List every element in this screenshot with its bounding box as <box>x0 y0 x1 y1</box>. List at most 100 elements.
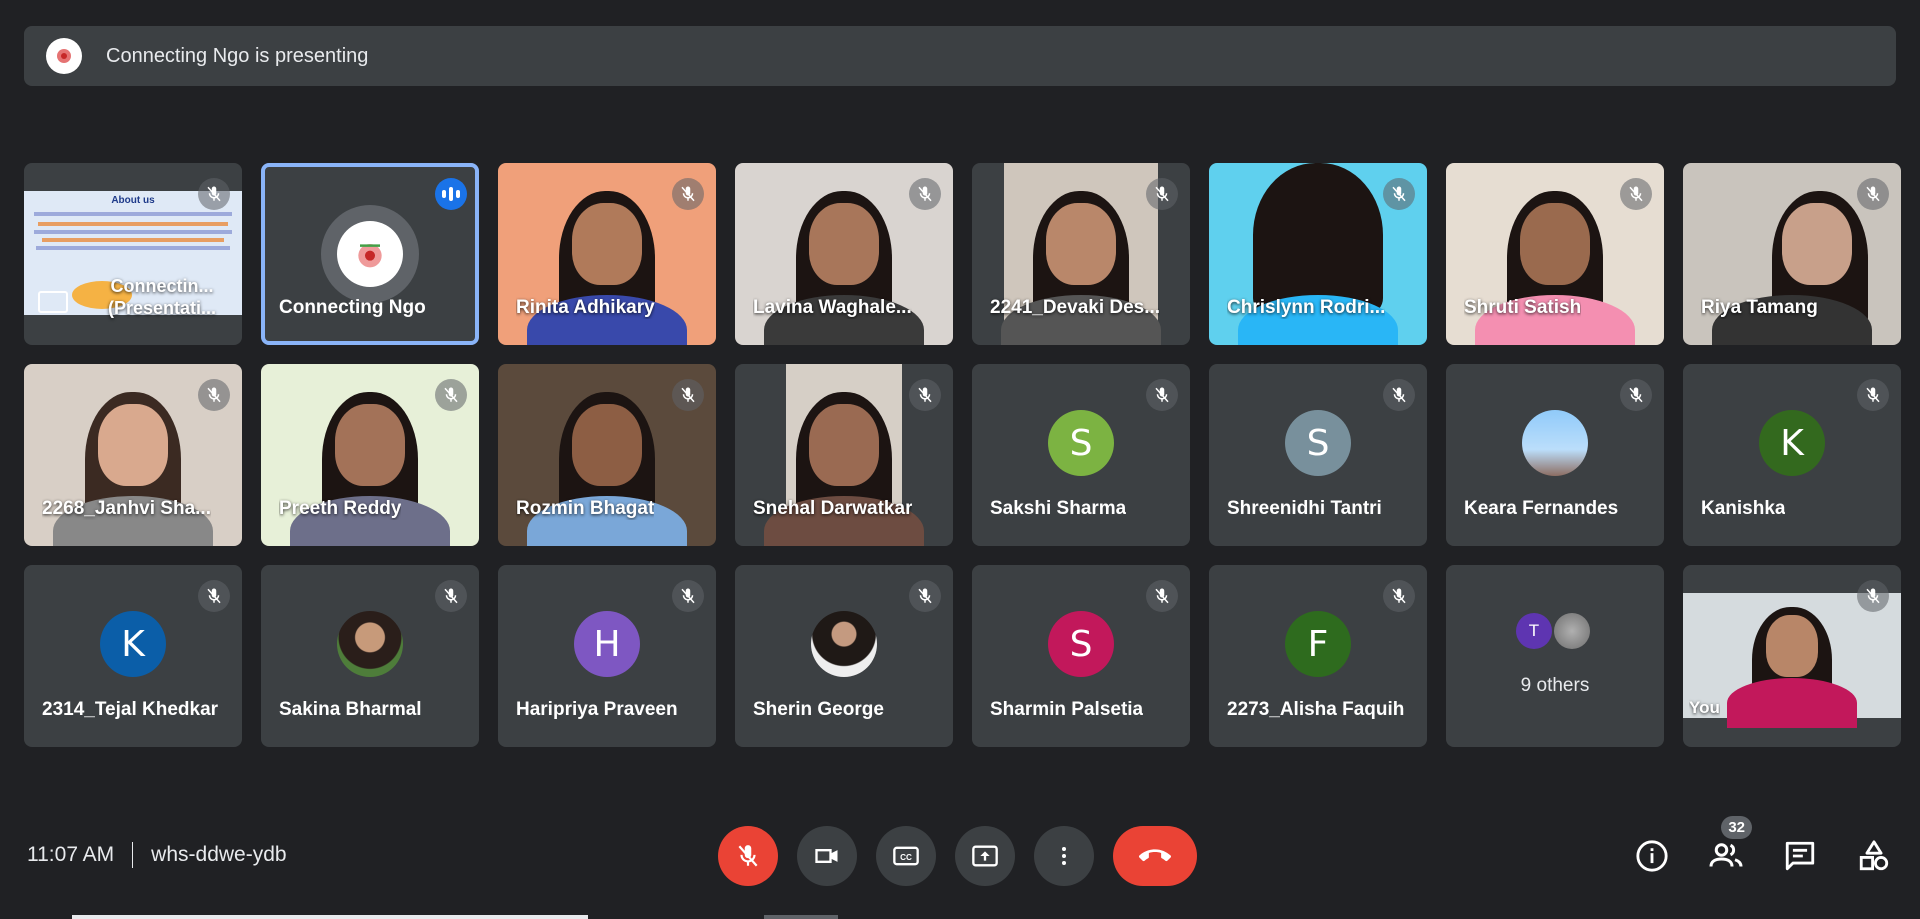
more-icon <box>1062 847 1066 865</box>
mic-off-icon <box>1155 588 1169 604</box>
muted-indicator <box>198 379 230 411</box>
participant-name: Lavina Waghale... <box>753 297 912 318</box>
meeting-details-button[interactable] <box>1632 832 1672 880</box>
horizontal-scrollbar[interactable] <box>72 915 588 919</box>
mic-off-icon <box>1866 588 1880 604</box>
ngo-logo-icon <box>57 49 71 63</box>
participant-name: Keara Fernandes <box>1464 498 1619 519</box>
leave-call-button[interactable] <box>1113 826 1197 886</box>
participant-name: Preeth Reddy <box>279 498 402 519</box>
meeting-info: 11:07 AM whs-ddwe-ydb <box>27 842 287 868</box>
mic-off-icon <box>681 387 695 403</box>
muted-indicator <box>672 178 704 210</box>
muted-indicator <box>198 580 230 612</box>
muted-indicator <box>1857 178 1889 210</box>
participant-name: Snehal Darwatkar <box>753 498 913 519</box>
participant-grid: About us Connectin... (Presentati... Con… <box>24 163 1901 747</box>
participant-tile[interactable]: Connecting Ngo <box>261 163 479 345</box>
divider <box>132 842 134 868</box>
chat-button[interactable] <box>1780 832 1820 880</box>
participant-name: Chrislynn Rodri... <box>1227 297 1386 318</box>
participant-tile[interactable]: Rozmin Bhagat <box>498 364 716 546</box>
people-icon <box>1709 843 1743 867</box>
mic-off-icon <box>207 186 221 202</box>
others-tile[interactable]: T 9 others <box>1446 565 1664 747</box>
presentation-tile[interactable]: About us Connectin... (Presentati... <box>24 163 242 345</box>
muted-indicator <box>672 379 704 411</box>
mic-toggle-button[interactable] <box>718 826 778 886</box>
participant-name: Shreenidhi Tantri <box>1227 498 1382 519</box>
slide-text-lines <box>42 238 224 242</box>
self-video: You <box>1683 593 1901 728</box>
slide-text-lines <box>38 222 228 226</box>
muted-indicator <box>1383 580 1415 612</box>
mic-off-icon <box>444 588 458 604</box>
participant-name: 2241_Devaki Des... <box>990 297 1161 318</box>
hang-up-icon <box>1139 849 1171 862</box>
participant-name: 2314_Tejal Khedkar <box>42 699 219 720</box>
present-button[interactable] <box>955 826 1015 886</box>
mic-off-icon <box>1629 186 1643 202</box>
participant-name: Sherin George <box>753 699 884 720</box>
participant-tile[interactable]: S Sakshi Sharma <box>972 364 1190 546</box>
participant-tile[interactable]: Preeth Reddy <box>261 364 479 546</box>
participant-tile[interactable]: Shruti Satish <box>1446 163 1664 345</box>
participant-name: Riya Tamang <box>1701 297 1818 318</box>
side-panel-controls: 32 <box>1632 816 1894 880</box>
self-tile[interactable]: You <box>1683 565 1901 747</box>
participant-tile[interactable]: 2268_Janhvi Sha... <box>24 364 242 546</box>
participant-name: Shruti Satish <box>1464 297 1582 318</box>
captions-button[interactable]: CC <box>876 826 936 886</box>
participant-tile[interactable]: Sherin George <box>735 565 953 747</box>
avatar: S <box>1285 410 1351 476</box>
mic-off-icon <box>444 387 458 403</box>
avatar <box>811 611 877 677</box>
mic-off-icon <box>918 186 932 202</box>
participant-tile[interactable]: S Shreenidhi Tantri <box>1209 364 1427 546</box>
muted-indicator <box>1146 178 1178 210</box>
muted-indicator <box>1620 379 1652 411</box>
mic-off-icon <box>918 588 932 604</box>
participant-tile[interactable]: Keara Fernandes <box>1446 364 1664 546</box>
activities-button[interactable] <box>1854 832 1894 880</box>
mic-off-icon <box>1629 387 1643 403</box>
avatar: K <box>100 611 166 677</box>
captions-icon: CC <box>893 846 919 866</box>
participant-tile[interactable]: F 2273_Alisha Faquih <box>1209 565 1427 747</box>
avatar <box>1522 410 1588 476</box>
muted-indicator <box>1383 379 1415 411</box>
muted-indicator <box>909 178 941 210</box>
participant-tile[interactable]: H Haripriya Praveen <box>498 565 716 747</box>
svg-text:CC: CC <box>900 853 912 862</box>
participant-tile[interactable]: Chrislynn Rodri... <box>1209 163 1427 345</box>
call-controls: CC <box>718 826 1197 886</box>
others-avatars: T <box>1516 613 1590 649</box>
scrollbar-thumb[interactable] <box>764 915 838 919</box>
avatar <box>321 205 419 303</box>
participant-name: Sharmin Palsetia <box>990 699 1144 720</box>
participant-name: Haripriya Praveen <box>516 699 678 720</box>
participant-tile[interactable]: Lavina Waghale... <box>735 163 953 345</box>
people-button[interactable]: 32 <box>1706 816 1752 880</box>
more-options-button[interactable] <box>1034 826 1094 886</box>
participant-name: Connecting Ngo <box>279 297 426 318</box>
mic-off-icon <box>207 387 221 403</box>
camera-toggle-button[interactable] <box>797 826 857 886</box>
participant-tile[interactable]: 2241_Devaki Des... <box>972 163 1190 345</box>
muted-indicator <box>909 379 941 411</box>
participant-tile[interactable]: Riya Tamang <box>1683 163 1901 345</box>
muted-indicator <box>672 580 704 612</box>
mic-off-icon <box>681 588 695 604</box>
mic-off-icon <box>1866 186 1880 202</box>
participant-tile[interactable]: K Kanishka <box>1683 364 1901 546</box>
avatar: H <box>574 611 640 677</box>
participant-tile[interactable]: K 2314_Tejal Khedkar <box>24 565 242 747</box>
participant-tile[interactable]: Rinita Adhikary <box>498 163 716 345</box>
participant-name: 2268_Janhvi Sha... <box>42 498 211 519</box>
presenter-avatar <box>46 38 82 74</box>
muted-indicator <box>435 580 467 612</box>
avatar: S <box>1048 611 1114 677</box>
participant-tile[interactable]: Snehal Darwatkar <box>735 364 953 546</box>
participant-tile[interactable]: Sakina Bharmal <box>261 565 479 747</box>
participant-tile[interactable]: S Sharmin Palsetia <box>972 565 1190 747</box>
